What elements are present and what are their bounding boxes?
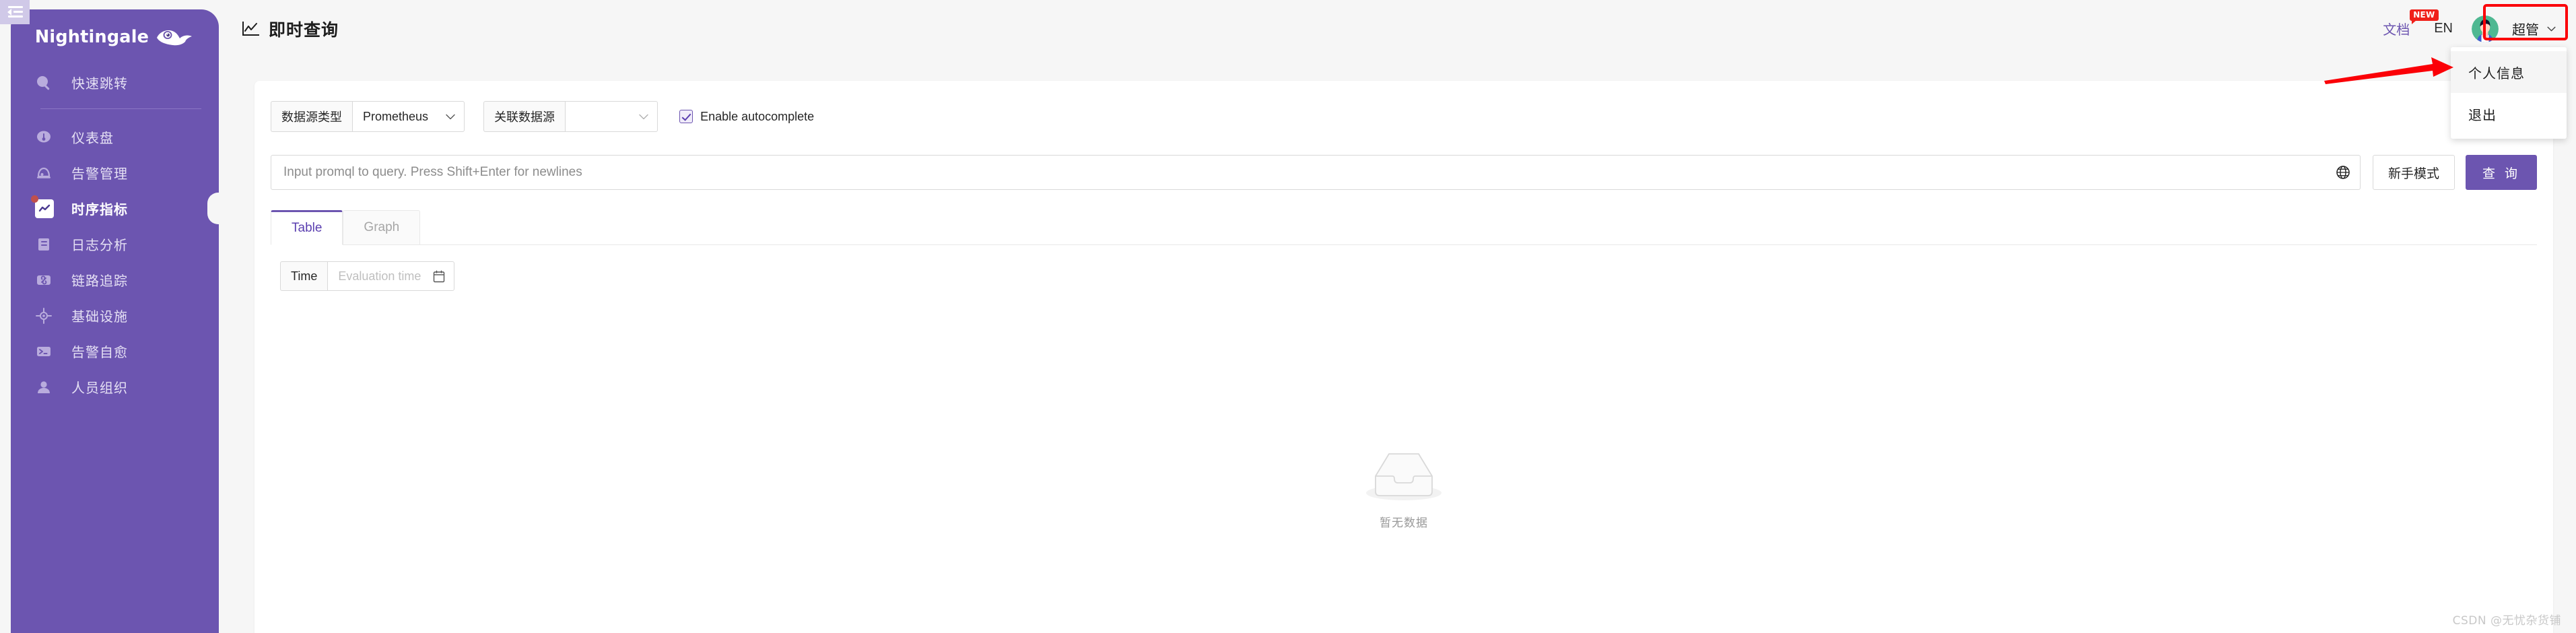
notification-dot-badge	[31, 195, 38, 203]
tab-graph[interactable]: Graph	[343, 210, 421, 245]
sidebar-item-quick-jump[interactable]: 快速跳转	[11, 65, 219, 100]
chevron-down-icon	[446, 114, 455, 119]
user-dropdown-menu: 个人信息 退出	[2451, 47, 2567, 139]
sidebar-item-self-healing[interactable]: 告警自愈	[11, 333, 219, 369]
sidebar-item-log-analysis[interactable]: 日志分析	[11, 226, 219, 262]
tab-table[interactable]: Table	[271, 210, 343, 245]
datasource-type-label: 数据源类型	[271, 101, 352, 132]
brand[interactable]: Nightingale	[11, 9, 219, 65]
chevron-down-icon	[639, 114, 648, 119]
enable-autocomplete-label: Enable autocomplete	[700, 109, 815, 123]
datasource-type-select[interactable]: Prometheus	[352, 101, 465, 132]
sidebar-item-dashboard[interactable]: 仪表盘	[11, 119, 219, 155]
related-datasource-group: 关联数据源	[483, 101, 658, 132]
terminal-console-icon	[35, 343, 58, 360]
language-switch[interactable]: EN	[2434, 21, 2453, 36]
infrastructure-target-icon	[35, 307, 58, 325]
query-toolbar: 数据源类型 Prometheus 关联数据源 Enable autocomple…	[271, 101, 814, 132]
user-name: 超管	[2512, 22, 2539, 38]
related-datasource-select[interactable]	[565, 101, 658, 132]
chevron-down-icon	[2547, 26, 2556, 31]
metrics-chart-icon	[31, 195, 58, 218]
enable-autocomplete-checkbox[interactable]: Enable autocomplete	[679, 110, 814, 124]
page-title-group: 即时查询	[242, 17, 339, 41]
novice-mode-button[interactable]: 新手模式	[2372, 155, 2455, 190]
query-card: 数据源类型 Prometheus 关联数据源 Enable autocomple…	[255, 81, 2553, 633]
globe-icon[interactable]	[2336, 165, 2350, 180]
result-tabs: Table Graph	[271, 210, 2537, 245]
promql-query-row: Input promql to query. Press Shift+Enter…	[271, 155, 2537, 190]
evaluation-time-group: Time Evaluation time	[280, 261, 455, 291]
sidebar-item-label: 快速跳转	[71, 75, 128, 92]
sidebar-item-label: 告警自愈	[71, 344, 128, 360]
sidebar-divider	[40, 108, 201, 109]
page-title: 即时查询	[269, 20, 339, 40]
active-notch	[207, 191, 219, 226]
brand-name: Nightingale	[34, 27, 149, 47]
sidebar-item-metrics[interactable]: 时序指标	[11, 191, 219, 226]
nightingale-bird-logo-icon	[157, 30, 193, 46]
evaluation-time-input[interactable]: Evaluation time	[327, 261, 455, 291]
sidebar-item-label: 仪表盘	[71, 130, 114, 146]
sidebar-item-label: 告警管理	[71, 166, 128, 182]
related-datasource-label: 关联数据源	[483, 101, 566, 132]
doc-link[interactable]: 文档 NEW	[2383, 9, 2439, 38]
calendar-icon	[434, 270, 445, 282]
sidebar-item-label: 基础设施	[71, 308, 128, 325]
line-chart-icon	[242, 21, 259, 36]
sidebar-item-label: 链路追踪	[71, 273, 128, 289]
alarm-bell-icon	[35, 164, 58, 182]
empty-state-text: 暂无数据	[1380, 517, 1428, 530]
sidebar-item-label: 时序指标	[71, 201, 128, 218]
dashboard-gauge-icon	[35, 129, 58, 146]
sidebar-item-infrastructure[interactable]: 基础设施	[11, 298, 219, 333]
main-content: 数据源类型 Prometheus 关联数据源 Enable autocomple…	[219, 57, 2576, 633]
menu-collapse-icon[interactable]	[0, 0, 30, 24]
checkbox-checked-icon	[679, 110, 693, 123]
sidebar-item-label: 人员组织	[71, 380, 128, 396]
link-trace-icon	[35, 271, 58, 289]
log-document-icon	[35, 236, 58, 253]
time-label: Time	[280, 261, 328, 291]
sidebar-nav: 快速跳转 仪表盘 告警管理 时序指标 日志分析 链路追踪 基础设施 告警自愈 人…	[11, 65, 219, 405]
menu-item-profile[interactable]: 个人信息	[2451, 51, 2567, 93]
new-badge: NEW	[2410, 9, 2439, 24]
sidebar-item-personnel[interactable]: 人员组织	[11, 369, 219, 405]
sidebar-item-label: 日志分析	[71, 237, 128, 253]
user-menu-button[interactable]: 超管	[2504, 15, 2565, 42]
top-header: 即时查询 文档 NEW EN 超管	[219, 0, 2576, 57]
promql-input[interactable]: Input promql to query. Press Shift+Enter…	[271, 155, 2361, 190]
sidebar: Nightingale 快速跳转 仪表盘 告警管理 时序指标 日志分析 链路追踪…	[0, 0, 219, 633]
menu-item-logout[interactable]: 退出	[2451, 93, 2567, 135]
sidebar-item-alarm-management[interactable]: 告警管理	[11, 155, 219, 191]
avatar[interactable]	[2472, 15, 2499, 42]
datasource-type-group: 数据源类型 Prometheus	[271, 101, 465, 132]
search-button[interactable]: 查 询	[2465, 155, 2537, 190]
app-root: Nightingale 快速跳转 仪表盘 告警管理 时序指标 日志分析 链路追踪…	[0, 0, 2576, 633]
collapse-arrow-icon	[7, 9, 11, 15]
menu-item-label: 退出	[2468, 106, 2497, 123]
sidebar-item-trace[interactable]: 链路追踪	[11, 262, 219, 298]
active-icon-box	[31, 195, 54, 218]
datasource-type-value: Prometheus	[363, 109, 429, 123]
collapse-glyph	[7, 6, 23, 18]
search-icon	[35, 74, 58, 92]
evaluation-time-placeholder: Evaluation time	[338, 269, 421, 283]
user-group-icon	[35, 378, 58, 396]
doc-link-label: 文档	[2383, 22, 2410, 38]
menu-item-label: 个人信息	[2468, 65, 2525, 81]
empty-state: 暂无数据	[255, 444, 2553, 530]
watermark: CSDN @无忧杂货铺	[2452, 614, 2561, 628]
empty-box-icon	[1366, 453, 1442, 500]
promql-placeholder: Input promql to query. Press Shift+Enter…	[283, 165, 582, 179]
